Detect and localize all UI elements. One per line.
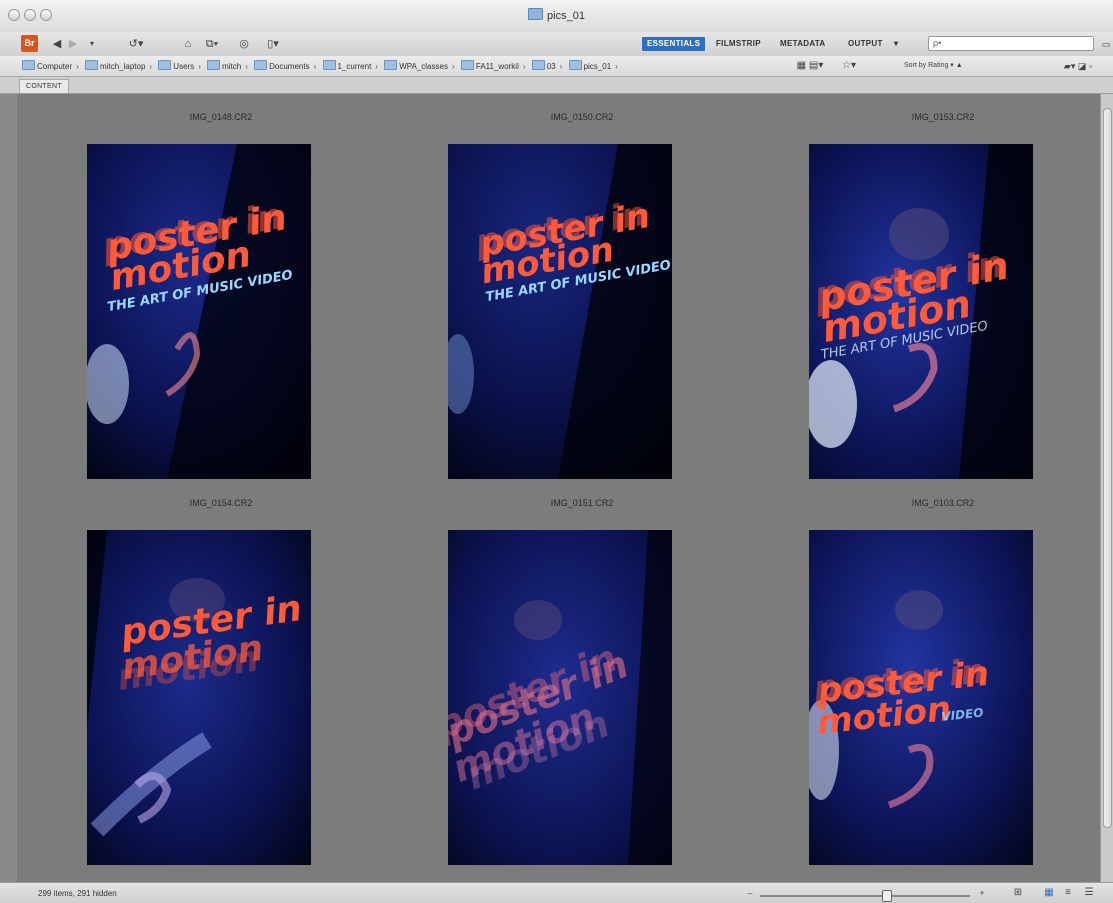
poster-photo-graphic: poster in motion motion xyxy=(87,530,311,865)
history-dropdown-icon[interactable]: ▾ xyxy=(86,36,98,52)
thumbnail-filename: IMG_0154.CR2 xyxy=(189,498,253,508)
breadcrumb-item[interactable]: FA11_workil xyxy=(460,60,519,71)
folder-icon xyxy=(254,60,268,70)
lock-thumbnail-grid-icon[interactable]: ⊞ xyxy=(1010,885,1026,901)
status-bar: 299 items, 291 hidden – + ⊞ ▦ ≡ ☰ xyxy=(0,882,1113,903)
back-arrow-icon[interactable]: ◀ xyxy=(50,36,64,52)
folder-icon xyxy=(568,60,582,70)
output-icon[interactable]: ▯▾ xyxy=(258,36,288,52)
toolbar: Br ◀ ▶ ▾ ↺▾ ⌂ ⧉▾ ◎ ▯▾ ESSENTIALS FILMSTR… xyxy=(0,32,1113,57)
poster-photo-graphic: poster in poster in motion motion xyxy=(448,530,672,865)
breadcrumb-item[interactable]: Documents xyxy=(254,60,310,71)
breadcrumb-separator-icon[interactable]: › xyxy=(523,62,526,71)
thumbnail-image[interactable]: poster in poster in motion VIDEO xyxy=(809,530,1033,865)
drive-icon xyxy=(85,60,99,70)
thumbnail-filename: IMG_0153.CR2 xyxy=(911,112,975,122)
breadcrumb-item[interactable]: pics_01 xyxy=(568,60,611,71)
breadcrumb-separator-icon[interactable]: › xyxy=(149,62,152,71)
return-to-app-icon[interactable]: ↺▾ xyxy=(124,36,148,52)
sort-by-dropdown[interactable]: Sort by Rating ▾ ▲ xyxy=(904,58,963,74)
scrollbar-thumb[interactable] xyxy=(1103,108,1112,828)
computer-icon xyxy=(22,60,35,70)
breadcrumb-separator-icon[interactable]: › xyxy=(615,62,618,71)
thumbnail-image[interactable]: poster in poster in motion THE ART OF MU… xyxy=(809,144,1033,479)
thumbnail-size-slider[interactable] xyxy=(760,895,970,897)
breadcrumb-item[interactable]: mitch xyxy=(207,60,241,71)
window-title-text: pics_01 xyxy=(547,10,585,22)
content-tabstrip: CONTENT xyxy=(0,77,1113,94)
title-bar[interactable]: pics_01 xyxy=(0,0,1113,33)
folder-icon xyxy=(528,8,544,20)
content-panel: IMG_0148.CR2 IMG_0150.CR2 IMG_0153.CR2 I… xyxy=(17,94,1097,882)
workspace-output-tab[interactable]: OUTPUT xyxy=(848,37,883,51)
thumbnail-filename: IMG_0148.CR2 xyxy=(189,112,253,122)
left-panel-collapsed[interactable] xyxy=(0,94,18,882)
breadcrumb-item[interactable]: Users xyxy=(158,60,194,71)
workspace-menu-chevron-icon[interactable]: ▾ xyxy=(894,37,898,51)
breadcrumb-item[interactable]: Computer xyxy=(22,60,72,71)
breadcrumb-separator-icon[interactable]: › xyxy=(560,62,563,71)
thumbnail-image[interactable]: poster in poster in motion THE ART OF MU… xyxy=(448,144,672,479)
home-folder-icon xyxy=(207,60,221,70)
folder-icon xyxy=(531,60,545,70)
new-folder-and-delete-icons[interactable]: ▰▾ ◪ ▫ xyxy=(1048,58,1108,74)
folder-icon xyxy=(384,60,398,70)
poster-photo-graphic: poster in poster in motion VIDEO xyxy=(809,530,1033,865)
open-in-camera-raw-icon[interactable]: ◎ xyxy=(236,36,252,52)
thumbnail-image[interactable]: poster in poster in motion THE ART OF MU… xyxy=(87,144,311,479)
breadcrumb: Computer › mitch_laptop › Users › mitch › Do… xyxy=(22,60,622,71)
breadcrumb-separator-icon[interactable]: › xyxy=(314,62,317,71)
folder-icon xyxy=(158,60,172,70)
breadcrumb-separator-icon[interactable]: › xyxy=(76,62,79,71)
view-thumbnails-icon[interactable]: ▦ xyxy=(1040,885,1058,901)
vertical-scrollbar[interactable] xyxy=(1100,94,1113,882)
poster-photo-graphic: poster in poster in motion THE ART OF MU… xyxy=(87,144,311,479)
window-title: pics_01 xyxy=(0,8,1113,22)
bridge-app-icon[interactable]: Br xyxy=(21,35,38,52)
poster-photo-graphic: poster in poster in motion THE ART OF MU… xyxy=(448,144,672,479)
breadcrumb-separator-icon[interactable]: › xyxy=(245,62,248,71)
zoom-in-icon[interactable]: + xyxy=(976,885,988,901)
view-details-icon[interactable]: ≡ xyxy=(1060,885,1076,901)
breadcrumb-item[interactable]: 03 xyxy=(531,60,556,71)
breadcrumb-item[interactable]: WPA_classes xyxy=(384,60,448,71)
thumbnail-filename: IMG_0151.CR2 xyxy=(550,498,614,508)
workspace-filmstrip-tab[interactable]: FILMSTRIP xyxy=(716,37,761,51)
compact-mode-icon[interactable]: ▭ xyxy=(1100,36,1112,52)
breadcrumb-separator-icon[interactable]: › xyxy=(198,62,201,71)
thumbnail-image[interactable]: poster in poster in motion motion xyxy=(448,530,672,865)
thumbnail-filename: IMG_0103.CR2 xyxy=(911,498,975,508)
refine-icon[interactable]: ⧉▾ xyxy=(200,36,224,52)
get-photos-camera-icon[interactable]: ⌂ xyxy=(178,36,198,52)
folder-icon xyxy=(460,60,474,70)
workspace-essentials-tab[interactable]: ESSENTIALS xyxy=(642,37,706,51)
workspace-metadata-tab[interactable]: METADATA xyxy=(780,37,826,51)
breadcrumb-item[interactable]: mitch_laptop xyxy=(85,60,145,71)
folder-icon xyxy=(322,60,336,70)
tab-content[interactable]: CONTENT xyxy=(19,79,69,93)
thumbnail-filename: IMG_0150.CR2 xyxy=(550,112,614,122)
search-input[interactable]: ρ• xyxy=(928,36,1094,51)
forward-arrow-icon[interactable]: ▶ xyxy=(66,36,80,52)
item-count: 299 items, 291 hidden xyxy=(38,889,117,898)
bridge-window: pics_01 Br ◀ ▶ ▾ ↺▾ ⌂ ⧉▾ ◎ ▯▾ ESSENTIALS… xyxy=(0,0,1113,903)
thumbnail-image[interactable]: poster in motion motion xyxy=(87,530,311,865)
breadcrumb-item[interactable]: 1_current xyxy=(322,60,371,71)
view-options-icon[interactable]: ▦ ▤▾ xyxy=(790,58,830,74)
zoom-out-icon[interactable]: – xyxy=(744,885,756,901)
breadcrumb-separator-icon[interactable]: › xyxy=(375,62,378,71)
path-bar: Computer › mitch_laptop › Users › mitch › Do… xyxy=(0,56,1113,77)
thumbnail-size-slider-knob[interactable] xyxy=(882,890,892,902)
view-list-icon[interactable]: ☰ xyxy=(1080,885,1098,901)
poster-photo-graphic: poster in poster in motion THE ART OF MU… xyxy=(809,144,1033,479)
breadcrumb-separator-icon[interactable]: › xyxy=(452,62,455,71)
rating-filter-star-icon[interactable]: ☆▾ xyxy=(836,58,862,74)
